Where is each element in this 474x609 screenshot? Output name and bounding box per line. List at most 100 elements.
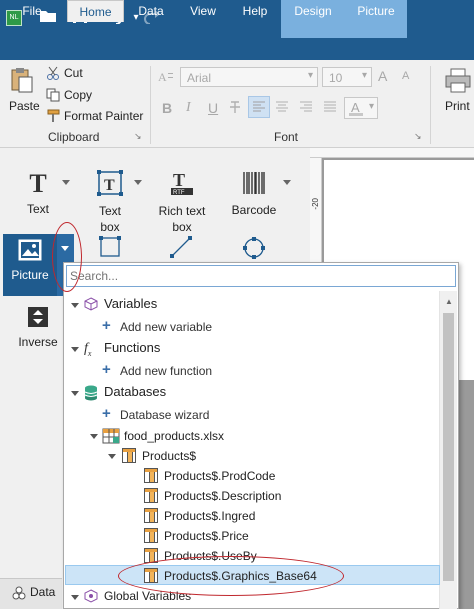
rich-text-tool-label: Rich text box <box>158 204 206 234</box>
collapse-caret-icon[interactable] <box>108 454 116 459</box>
scroll-up-icon[interactable]: ▲ <box>445 297 453 306</box>
table-item[interactable]: Products$ <box>142 446 196 466</box>
font-launcher-icon[interactable]: ↘ <box>414 131 422 142</box>
collapse-caret-icon[interactable] <box>71 595 79 600</box>
search-input[interactable] <box>66 265 456 287</box>
justify-icon <box>322 99 338 118</box>
font-name-select: Arial ▾ <box>180 67 318 87</box>
picture-tool[interactable]: Picture <box>3 234 57 296</box>
table-icon <box>122 448 136 463</box>
bold-button: B <box>162 100 173 116</box>
clipboard-group-label: Clipboard <box>48 130 100 144</box>
line-tool-icon[interactable] <box>170 236 192 261</box>
rich-text-tool[interactable]: T RTF Rich text box <box>155 170 209 235</box>
font-size-value: 10 <box>329 71 343 85</box>
global-variables-icon <box>84 589 98 606</box>
grow-font-button: A <box>378 68 388 84</box>
textbox-tool-dropdown-icon[interactable] <box>134 180 142 185</box>
text-tool-icon: T <box>29 169 47 198</box>
strikethrough-icon <box>228 99 242 118</box>
functions-header[interactable]: Functions <box>104 338 160 358</box>
field-item-description[interactable]: Products$.Description <box>164 486 281 506</box>
copy-icon[interactable] <box>46 88 60 105</box>
textbox-tool[interactable]: T Text box <box>90 170 130 235</box>
ellipse-tool-icon[interactable] <box>242 236 266 263</box>
collapse-caret-icon[interactable] <box>90 434 98 439</box>
paste-button[interactable]: Paste <box>9 99 40 113</box>
format-painter-button[interactable]: Format Painter <box>64 109 143 123</box>
paste-icon[interactable] <box>10 66 34 97</box>
barcode-tool-dropdown-icon[interactable] <box>283 180 291 185</box>
field-item-prodcode[interactable]: Products$.ProdCode <box>164 466 275 486</box>
inverse-icon <box>14 306 62 331</box>
font-group-label: Font <box>274 130 299 144</box>
cut-icon[interactable] <box>46 66 60 83</box>
format-painter-icon[interactable] <box>46 109 62 126</box>
font-picker-icon: A <box>158 69 174 86</box>
scrollbar[interactable]: ▲ <box>439 291 457 609</box>
ribbon-separator <box>430 66 431 144</box>
field-item-price[interactable]: Products$.Price <box>164 526 249 546</box>
font-color-swatch <box>349 113 363 116</box>
collapse-caret-icon[interactable] <box>71 303 79 308</box>
font-color-button: A ▾ <box>344 97 378 119</box>
align-left-button <box>248 96 270 118</box>
tab-home[interactable]: Home <box>67 0 124 22</box>
svg-text:T: T <box>104 177 115 194</box>
rectangle-tool-icon[interactable] <box>99 236 121 261</box>
field-icon <box>144 528 158 543</box>
excel-file-icon <box>102 428 120 447</box>
barcode-tool-label: Barcode <box>231 203 277 217</box>
variables-icon <box>84 297 98 314</box>
add-new-function-item[interactable]: Add new function <box>120 361 212 381</box>
databases-header[interactable]: Databases <box>104 382 166 402</box>
tab-data[interactable]: Data <box>132 0 170 22</box>
tab-view[interactable]: View <box>184 0 222 22</box>
field-icon <box>144 468 158 483</box>
data-panel-label: Data <box>30 585 56 599</box>
horizontal-ruler <box>310 148 474 158</box>
text-tool-dropdown-icon[interactable] <box>62 180 70 185</box>
picture-tool-label: Picture <box>11 268 49 282</box>
tab-picture[interactable]: Picture <box>350 0 402 22</box>
tab-file[interactable]: File <box>14 0 50 22</box>
clipboard-launcher-icon[interactable]: ↘ <box>134 131 142 142</box>
ribbon: Paste Cut Copy Format Painter Clipboard … <box>0 60 474 148</box>
ribbon-separator <box>150 66 151 144</box>
italic-button: I <box>186 100 191 115</box>
add-icon: + <box>102 405 111 422</box>
ruler-mark: -20 <box>311 198 320 210</box>
add-icon: + <box>102 361 111 378</box>
annotation-oval <box>52 222 82 292</box>
align-right-icon <box>298 99 314 118</box>
text-tool[interactable]: T Text <box>18 169 58 217</box>
database-wizard-item[interactable]: Database wizard <box>120 405 209 425</box>
chevron-down-icon: ▾ <box>368 101 374 112</box>
scroll-thumb[interactable] <box>443 313 454 581</box>
add-new-variable-item[interactable]: Add new variable <box>120 317 212 337</box>
font-size-select: 10 ▾ <box>322 67 372 87</box>
copy-button[interactable]: Copy <box>64 88 92 102</box>
font-name-value: Arial <box>187 71 212 85</box>
bottom-panel-tab[interactable]: Data <box>0 578 62 609</box>
tab-design[interactable]: Design <box>288 0 338 22</box>
cut-button[interactable]: Cut <box>64 66 83 80</box>
svg-text:RTF: RTF <box>173 190 185 196</box>
excel-file-item[interactable]: food_products.xlsx <box>124 426 224 446</box>
shrink-font-button: A <box>402 70 410 82</box>
collapse-caret-icon[interactable] <box>71 391 79 396</box>
field-item-ingred[interactable]: Products$.Ingred <box>164 506 255 526</box>
svg-text:A: A <box>158 70 167 83</box>
chevron-down-icon: ▾ <box>361 70 367 81</box>
inverse-tool-label: Inverse <box>18 335 58 349</box>
tab-help[interactable]: Help <box>236 0 274 22</box>
inverse-tool[interactable]: Inverse <box>14 306 62 349</box>
printer-icon[interactable] <box>444 68 472 97</box>
variables-header[interactable]: Variables <box>104 294 157 314</box>
barcode-tool[interactable]: Barcode <box>228 170 280 217</box>
collapse-caret-icon[interactable] <box>71 347 79 352</box>
rich-text-tool-icon: T RTF <box>155 170 209 199</box>
field-icon <box>144 508 158 523</box>
print-button[interactable]: Print <box>445 99 470 113</box>
align-center-icon <box>274 99 290 118</box>
